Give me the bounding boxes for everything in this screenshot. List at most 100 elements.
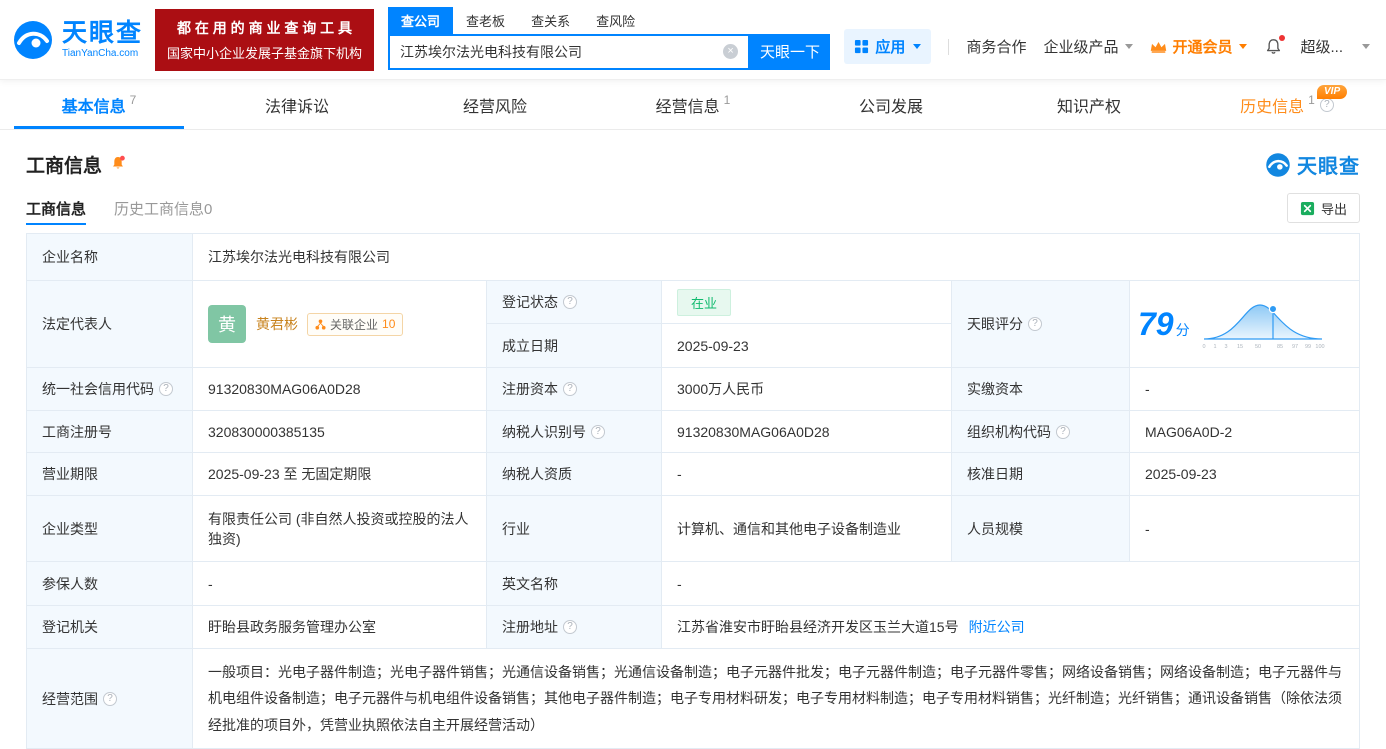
field-label: 参保人数 [26,561,193,606]
paid-capital-value: - [1128,367,1361,411]
field-label: 营业期限 [26,452,193,496]
svg-text:0: 0 [1202,344,1205,350]
export-button[interactable]: 导出 [1286,193,1360,223]
search-input[interactable] [400,43,724,60]
help-icon[interactable] [563,620,577,634]
tianyancha-logo[interactable]: 天眼查 TianYanCha.com [12,19,143,61]
industry-value: 计算机、通信和其他电子设备制造业 [661,495,952,562]
related-companies-badge[interactable]: 关联企业 10 [307,312,404,336]
network-icon [315,318,326,330]
clear-search-icon[interactable]: × [723,44,739,59]
subtab-row: 工商信息 历史工商信息0 导出 [0,185,1386,231]
tab-operating-info[interactable]: 经营信息 1 [594,80,792,129]
help-icon[interactable] [159,382,173,396]
table-row: 企业类型 有限责任公司 (非自然人投资或控股的法人独资) 行业 计算机、通信和其… [26,495,1361,562]
brand-domain: TianYanCha.com [62,47,139,59]
field-label: 法定代表人 [26,280,193,368]
org-code-value: MAG06A0D-2 [1128,410,1361,453]
avatar[interactable]: 黄 [208,305,246,343]
approval-date-value: 2025-09-23 [1128,452,1361,496]
chevron-down-icon [913,44,922,49]
search-box: × [388,33,751,70]
table-row: 企业名称 江苏埃尔法光电科技有限公司 [26,233,1361,281]
field-label: 注册地址 [486,605,662,649]
establish-date-value: 2025-09-23 [661,323,952,368]
chevron-down-icon [1125,44,1134,49]
search-tab-company[interactable]: 查公司 [388,6,454,34]
tab-company-development[interactable]: 公司发展 [792,80,990,129]
help-icon[interactable] [1028,317,1042,331]
field-label: 企业名称 [26,233,193,281]
nav-business-cooperation[interactable]: 商务合作 [966,36,1026,57]
tab-operating-risk[interactable]: 经营风险 [396,80,594,129]
nav-enterprise-products[interactable]: 企业级产品 [1043,36,1134,57]
field-label: 经营范围 [26,648,193,749]
table-row: 经营范围 一般项目：光电子器件制造；光电子器件销售；光通信设备销售；光通信设备制… [26,648,1361,749]
tab-intellectual-property[interactable]: 知识产权 [990,80,1188,129]
field-label: 天眼评分 [951,280,1130,368]
apps-menu[interactable]: 应用 [844,29,932,64]
reg-number-value: 320830000385135 [192,410,487,453]
legal-rep-name-link[interactable]: 黄君彬 [256,314,298,334]
taxpayer-id-value: 91320830MAG06A0D28 [661,410,952,453]
chevron-down-icon[interactable] [1362,44,1370,49]
promo-line1: 都 在 用 的 商 业 查 询 工 具 [177,19,353,36]
search-tab-risk[interactable]: 查风险 [583,7,648,34]
tab-basic-info[interactable]: 基本信息 7 [0,80,198,129]
subtab-business-info[interactable]: 工商信息 [26,185,87,231]
search-tabs: 查公司 查老板 查关系 查风险 [388,6,830,34]
search-button[interactable]: 天眼一下 [750,33,831,70]
company-detail-tabs: 基本信息 7 法律诉讼 经营风险 经营信息 1 公司发展 知识产权 VIP 历史信息… [0,80,1386,130]
chevron-down-icon [1239,44,1248,49]
tab-legal-proceedings[interactable]: 法律诉讼 [198,80,396,129]
field-label: 核准日期 [951,452,1130,496]
tab-count: 7 [129,92,137,107]
field-label: 实缴资本 [951,367,1130,411]
company-type-value: 有限责任公司 (非自然人投资或控股的法人独资) [192,495,487,562]
credit-code-value: 91320830MAG06A0D28 [192,367,487,411]
field-label: 纳税人资质 [486,452,662,496]
table-row: 工商注册号 320830000385135 纳税人识别号 91320830MAG… [26,410,1361,453]
help-icon[interactable] [563,295,577,309]
field-label: 登记状态 [486,280,662,324]
section-title: 工商信息 [26,156,103,177]
help-icon[interactable] [1319,97,1334,112]
svg-text:3: 3 [1224,344,1227,350]
apps-label: 应用 [875,39,906,56]
search-tab-relation[interactable]: 查关系 [518,7,583,34]
svg-text:97: 97 [1292,344,1298,350]
help-icon[interactable] [591,424,605,439]
watermark-brand-text: 天眼查 [1297,156,1360,178]
tab-count: 1 [723,92,731,107]
status-badge: 在业 [677,288,732,316]
excel-icon [1300,201,1315,215]
business-term-value: 2025-09-23 至 无固定期限 [192,452,487,496]
score-cell: 79 分 0 1 3 15 50 85 97 99 100 [1128,280,1361,368]
nav-open-vip[interactable]: 开通会员 [1150,36,1248,57]
help-icon[interactable] [563,382,577,396]
notifications-bell[interactable] [1264,35,1286,56]
tab-history-info[interactable]: VIP 历史信息 1 [1188,80,1386,129]
search-tab-boss[interactable]: 查老板 [453,7,518,34]
nav-super-vip[interactable]: 超级... [1300,36,1343,57]
field-label: 行业 [486,495,662,562]
tab-count: 1 [1308,92,1315,107]
taxpayer-quality-value: - [661,452,952,496]
bell-icon [113,155,125,169]
legal-rep-cell: 黄 黄君彬 关联企业 10 [192,280,487,368]
field-label: 注册资本 [486,367,662,411]
brand-name: 天眼查 [62,18,144,47]
help-icon[interactable] [103,691,117,706]
table-row: 营业期限 2025-09-23 至 无固定期限 纳税人资质 - 核准日期 202… [26,452,1361,496]
reg-authority-value: 盱眙县政务服务管理办公室 [192,605,487,649]
nearby-companies-link[interactable]: 附近公司 [969,619,1025,635]
score-distribution-chart: 0 1 3 15 50 85 97 99 100 [1202,304,1324,350]
svg-text:85: 85 [1277,344,1283,350]
help-icon[interactable] [1056,424,1070,439]
svg-text:1: 1 [1213,344,1216,350]
section-header: 工商信息 天眼查 [0,130,1386,185]
monitor-bell-button[interactable] [110,155,126,176]
score-value: 79 [1138,306,1174,342]
svg-text:99: 99 [1305,344,1311,350]
subtab-history-business-info[interactable]: 历史工商信息0 [114,185,212,231]
